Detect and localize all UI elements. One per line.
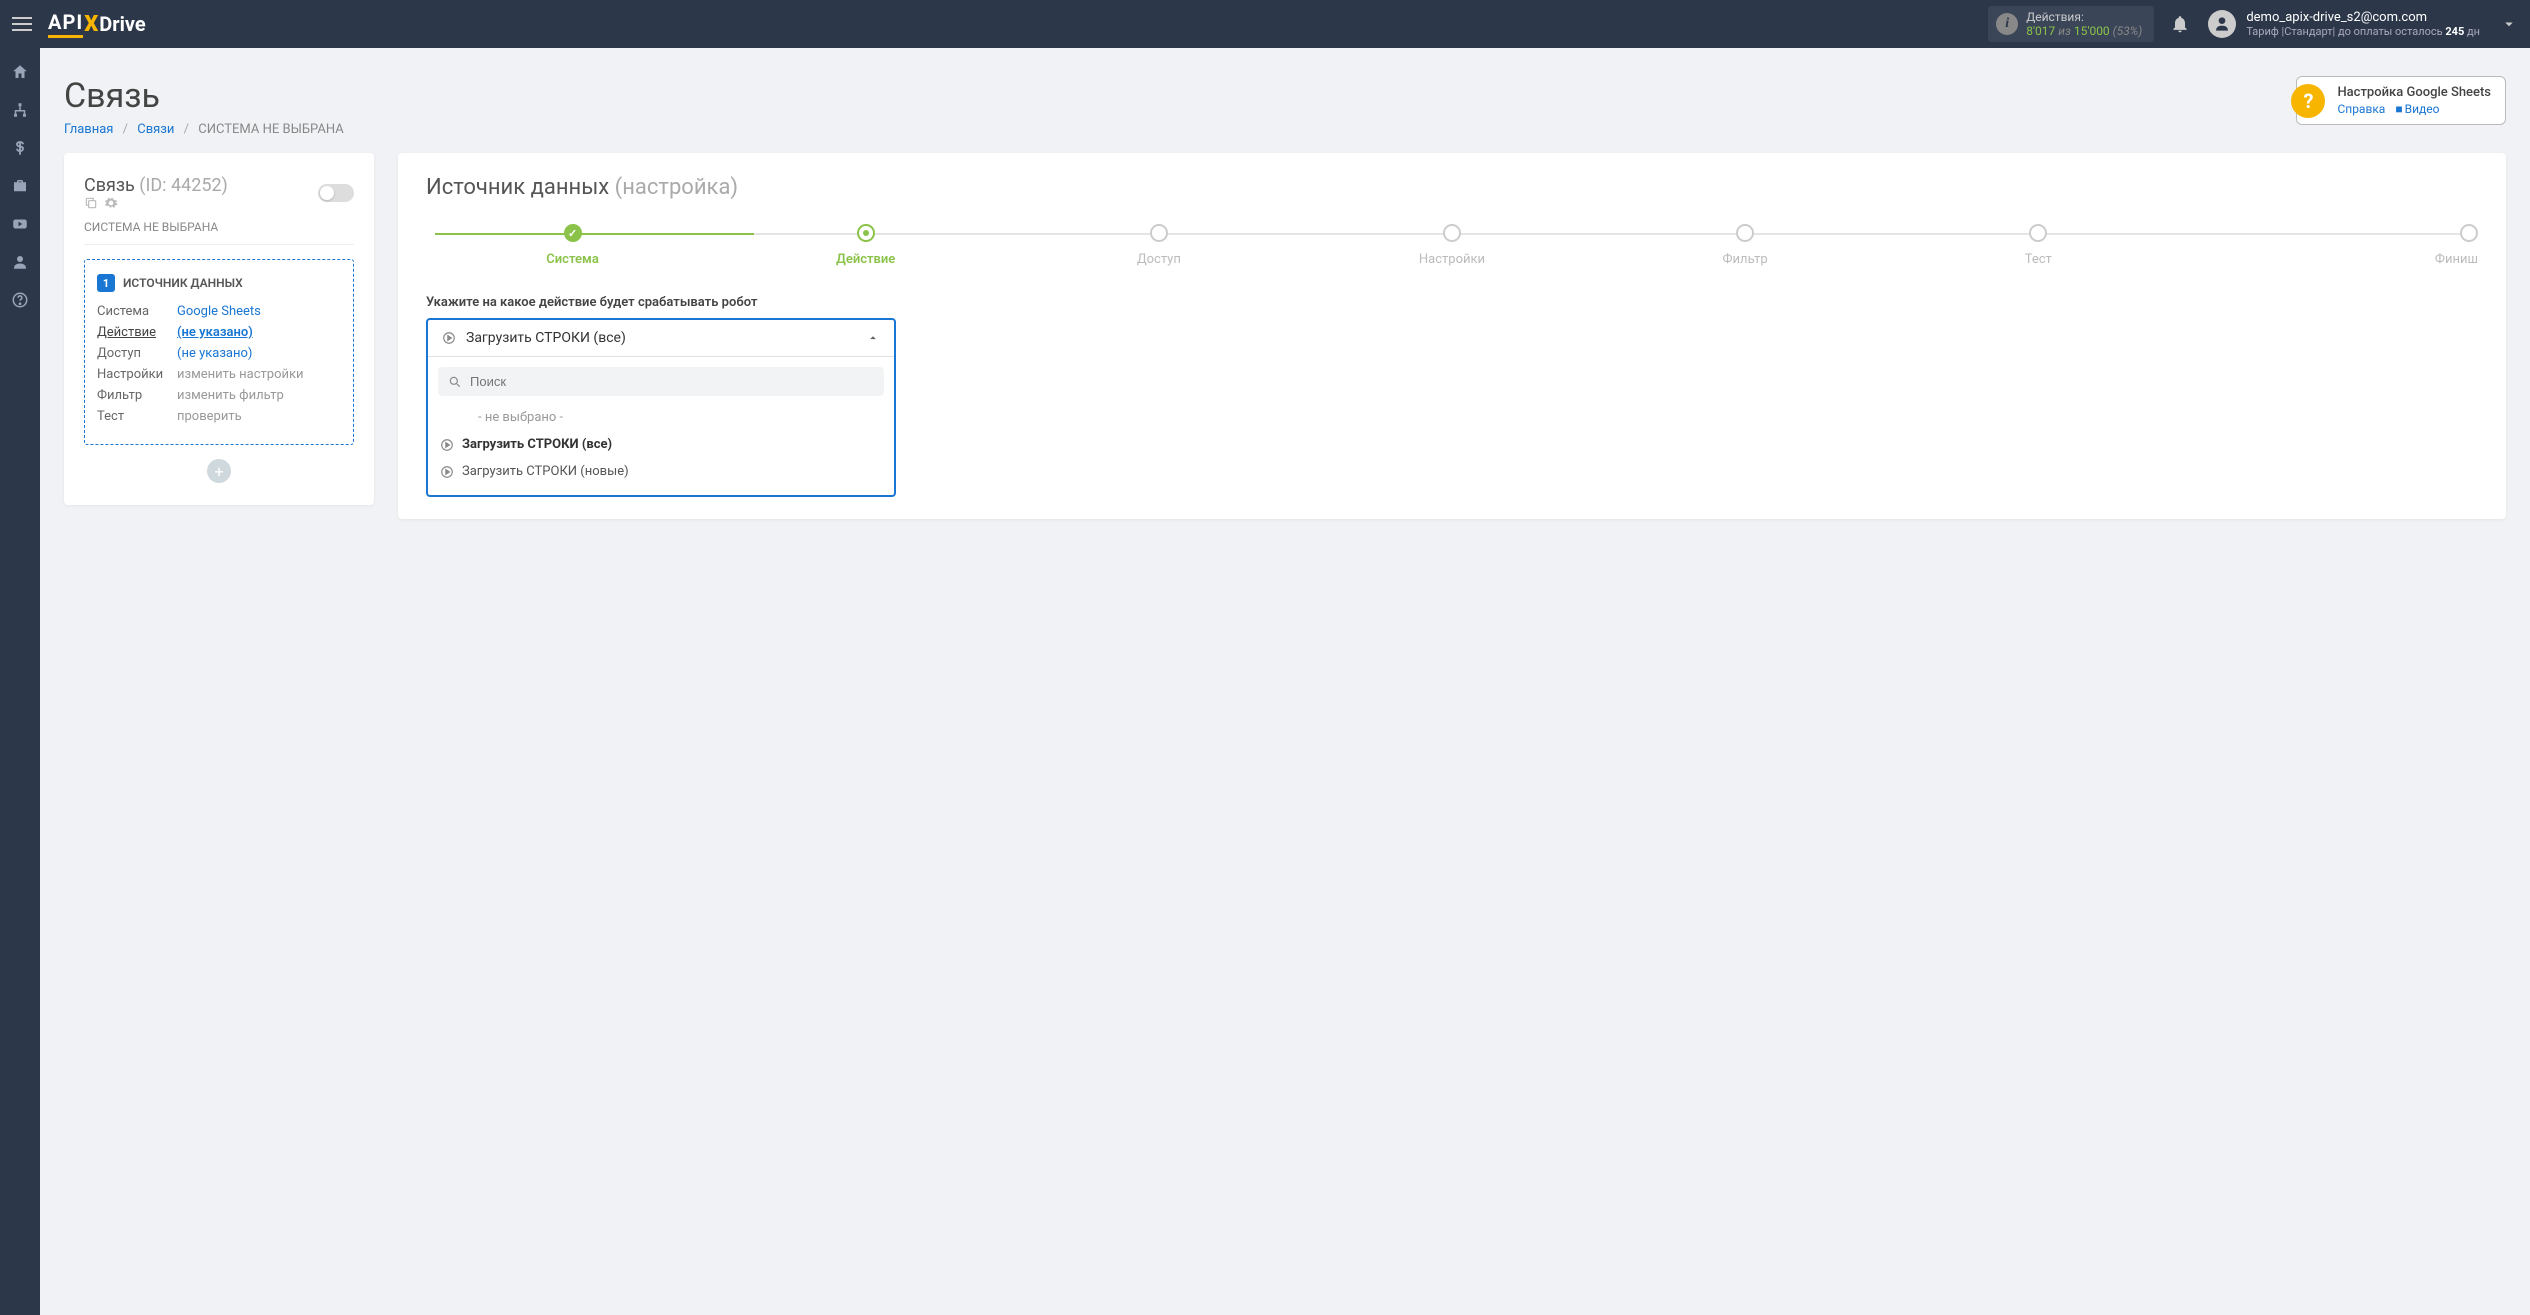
step-action[interactable]: Действие — [719, 224, 1012, 267]
dropdown-option-all[interactable]: Загрузить СТРОКИ (все) — [438, 431, 884, 458]
actions-counter[interactable]: i Действия: 8'017 из 15'000 (53%) — [1988, 6, 2154, 43]
dropdown-selected-text: Загрузить СТРОКИ (все) — [466, 330, 626, 346]
help-link-docs[interactable]: Справка — [2337, 102, 2385, 116]
action-dropdown[interactable]: Загрузить СТРОКИ (все) - не выбрано - За… — [426, 318, 896, 497]
question-icon: ? — [2291, 84, 2325, 118]
connection-toggle[interactable] — [318, 184, 354, 202]
block-number: 1 — [97, 274, 115, 292]
step-test[interactable]: Тест — [1892, 224, 2185, 267]
row-settings[interactable]: Настройкиизменить настройки — [97, 367, 341, 382]
sidebar — [0, 48, 40, 1315]
copy-icon[interactable] — [84, 196, 98, 210]
youtube-icon[interactable] — [10, 214, 30, 234]
dropdown-option-new[interactable]: Загрузить СТРОКИ (новые) — [438, 458, 884, 485]
logo[interactable]: APIXDrive — [48, 10, 146, 38]
row-filter[interactable]: Фильтризменить фильтр — [97, 388, 341, 403]
breadcrumb-links[interactable]: Связи — [137, 122, 174, 137]
chevron-down-icon[interactable] — [2500, 15, 2518, 33]
play-icon — [442, 331, 456, 345]
step-access[interactable]: Доступ — [1012, 224, 1305, 267]
dropdown-search-input[interactable] — [470, 374, 874, 389]
play-icon — [440, 465, 454, 479]
help-title: Настройка Google Sheets — [2337, 85, 2491, 100]
gear-icon[interactable] — [104, 196, 118, 210]
block-title: ИСТОЧНИК ДАННЫХ — [123, 276, 243, 290]
home-icon[interactable] — [10, 62, 30, 82]
main-content: Связь Главная / Связи / СИСТЕМА НЕ ВЫБРА… — [40, 48, 2530, 547]
row-test[interactable]: Тестпроверить — [97, 409, 341, 424]
help-card: ? Настройка Google Sheets Справка ■Видео — [2296, 76, 2506, 125]
actions-total: 15'000 — [2074, 24, 2110, 38]
play-icon — [440, 438, 454, 452]
action-field-label: Укажите на какое действие будет срабатыв… — [426, 295, 2478, 310]
step-settings[interactable]: Настройки — [1305, 224, 1598, 267]
topbar: APIXDrive i Действия: 8'017 из 15'000 (5… — [0, 0, 2530, 48]
user-email: demo_apix-drive_s2@com.com — [2246, 10, 2480, 26]
page-title: Связь — [64, 76, 344, 116]
row-system[interactable]: СистемаGoogle Sheets — [97, 304, 341, 319]
step-system[interactable]: Система — [426, 224, 719, 267]
briefcase-icon[interactable] — [10, 176, 30, 196]
dropdown-option-none[interactable]: - не выбрано - — [438, 404, 884, 431]
menu-toggle[interactable] — [12, 12, 36, 36]
dropdown-search[interactable] — [438, 367, 884, 396]
actions-used: 8'017 — [2026, 24, 2055, 38]
help-icon[interactable] — [10, 290, 30, 310]
video-icon: ■ — [2395, 102, 2402, 116]
dollar-icon[interactable] — [10, 138, 30, 158]
user-menu[interactable]: demo_apix-drive_s2@com.com Тариф |Станда… — [2208, 10, 2500, 39]
search-icon — [448, 375, 462, 389]
breadcrumb: Главная / Связи / СИСТЕМА НЕ ВЫБРАНА — [64, 122, 344, 137]
info-icon: i — [1996, 13, 2018, 35]
stepper: Система Действие Доступ Настройки Фильтр… — [426, 224, 2478, 267]
chevron-up-icon — [866, 331, 880, 345]
add-destination-button[interactable]: + — [207, 459, 231, 483]
network-icon[interactable] — [10, 100, 30, 120]
source-block: 1 ИСТОЧНИК ДАННЫХ СистемаGoogle Sheets Д… — [84, 259, 354, 445]
row-action[interactable]: Действие(не указано) — [97, 325, 341, 340]
step-finish[interactable]: Финиш — [2185, 224, 2478, 267]
tariff-info: Тариф |Стандарт| до оплаты осталось 245 … — [2246, 25, 2480, 38]
notifications-icon[interactable] — [2170, 14, 2190, 34]
step-filter[interactable]: Фильтр — [1599, 224, 1892, 267]
actions-label: Действия: — [2026, 10, 2142, 24]
dropdown-selected[interactable]: Загрузить СТРОКИ (все) — [428, 320, 894, 357]
connection-subtitle: СИСТЕМА НЕ ВЫБРАНА — [84, 220, 354, 245]
help-link-video[interactable]: ■Видео — [2395, 102, 2439, 116]
setup-title: Источник данных (настройка) — [426, 175, 2478, 200]
user-icon[interactable] — [10, 252, 30, 272]
connection-title: Связь (ID: 44252) — [84, 175, 228, 210]
setup-card: Источник данных (настройка) Система Дейс… — [398, 153, 2506, 519]
breadcrumb-current: СИСТЕМА НЕ ВЫБРАНА — [198, 122, 343, 137]
row-access[interactable]: Доступ(не указано) — [97, 346, 341, 361]
connection-summary-card: Связь (ID: 44252) СИСТЕМА НЕ ВЫБРАНА 1 И… — [64, 153, 374, 505]
breadcrumb-home[interactable]: Главная — [64, 122, 113, 137]
avatar-icon — [2208, 10, 2236, 38]
